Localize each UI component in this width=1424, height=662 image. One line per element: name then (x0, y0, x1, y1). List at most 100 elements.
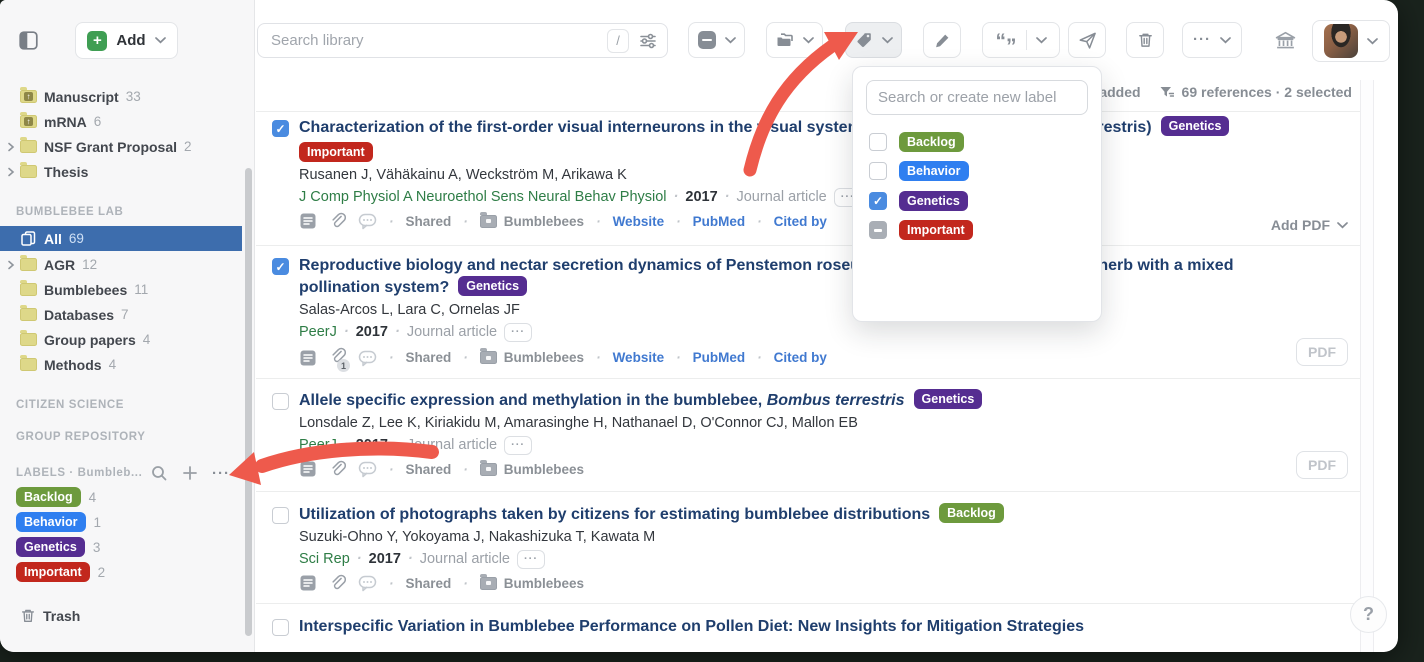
label-badge[interactable]: Important (16, 562, 90, 582)
attachment-icon[interactable] (329, 212, 346, 230)
reference-checkbox[interactable] (272, 258, 289, 275)
more-details-button[interactable] (504, 436, 532, 455)
reference-title[interactable]: Utilization of photographs taken by citi… (299, 506, 930, 523)
table-row[interactable]: Characterization of the first-order visu… (256, 112, 1360, 246)
attachment-icon[interactable] (329, 460, 346, 478)
more-actions-button[interactable] (1182, 22, 1242, 58)
label-badge-genetics[interactable]: Genetics (914, 389, 983, 409)
label-button[interactable] (845, 22, 902, 58)
pubmed-link[interactable]: PubMed (693, 214, 746, 229)
label-badge[interactable]: Behavior (16, 512, 86, 532)
dropdown-option-important[interactable]: Important (869, 216, 1088, 246)
sidebar-item-nsf-grant-proposal[interactable]: NSF Grant Proposal 2 (0, 134, 242, 159)
reference-title-species[interactable]: Bombus terrestris (767, 392, 905, 409)
label-badge-important[interactable]: Important (299, 142, 373, 162)
folder-chip[interactable]: Bumblebees (480, 350, 584, 365)
sidebar-toggle-icon[interactable] (19, 31, 38, 50)
table-row[interactable]: Allele specific expression and methylati… (256, 379, 1360, 492)
help-button[interactable]: ? (1350, 596, 1387, 633)
label-search-input[interactable] (866, 80, 1088, 115)
reference-checkbox[interactable] (272, 120, 289, 137)
cited-by-link[interactable]: Cited by (774, 350, 827, 365)
select-references-button[interactable] (688, 22, 745, 58)
sidebar-item-bumblebees[interactable]: Bumblebees 11 (0, 277, 242, 302)
pdf-button[interactable]: PDF (1296, 451, 1348, 479)
add-pdf-button[interactable]: Add PDF (1271, 217, 1348, 233)
label-backlog[interactable]: Backlog 4 (16, 487, 96, 507)
label-badge[interactable]: Genetics (16, 537, 85, 557)
chevron-right-icon[interactable] (6, 142, 16, 152)
sidebar-item-group-papers[interactable]: Group papers 4 (0, 327, 242, 352)
label-badge[interactable]: Backlog (16, 487, 81, 507)
checkbox-checked[interactable] (869, 192, 887, 210)
dropdown-option-backlog[interactable]: Backlog (869, 127, 1088, 157)
label-behavior[interactable]: Behavior 1 (16, 512, 101, 532)
institution-icon[interactable] (1274, 29, 1297, 51)
sidebar-item-manuscript[interactable]: Manuscript 33 (0, 84, 242, 109)
pdf-button[interactable]: PDF (1296, 338, 1348, 366)
trash-button[interactable] (1126, 22, 1164, 58)
add-button[interactable]: + Add (75, 22, 178, 59)
chevron-right-icon[interactable] (6, 167, 16, 177)
reference-title[interactable]: Interspecific Variation in Bumblebee Per… (299, 618, 1084, 635)
edit-button[interactable] (923, 22, 961, 58)
website-link[interactable]: Website (613, 350, 665, 365)
labels-more-icon[interactable] (212, 465, 230, 482)
comment-icon[interactable] (358, 460, 377, 478)
share-button[interactable] (1068, 22, 1106, 58)
checkbox-unchecked[interactable] (869, 162, 887, 180)
checkbox-unchecked[interactable] (869, 133, 887, 151)
reference-checkbox[interactable] (272, 393, 289, 410)
sidebar-item-mrna[interactable]: mRNA 6 (0, 109, 242, 134)
search-bar[interactable]: / (257, 23, 668, 58)
notes-icon[interactable] (299, 574, 317, 592)
label-important[interactable]: Important 2 (16, 562, 105, 582)
attachment-icon[interactable] (329, 574, 346, 592)
notes-icon[interactable] (299, 460, 317, 478)
sidebar-item-trash[interactable]: Trash (0, 603, 242, 628)
sidebar-item-thesis[interactable]: Thesis (0, 159, 242, 184)
label-badge-genetics[interactable]: Genetics (1161, 116, 1230, 136)
label-badge-genetics[interactable]: Genetics (458, 276, 527, 296)
cite-button[interactable]: “” (982, 22, 1060, 58)
chevron-right-icon[interactable] (6, 260, 16, 270)
folder-chip[interactable]: Bumblebees (480, 462, 584, 477)
notes-icon[interactable] (299, 349, 317, 367)
folder-chip[interactable]: Bumblebees (480, 576, 584, 591)
label-genetics[interactable]: Genetics 3 (16, 537, 100, 557)
reference-title[interactable]: Allele specific expression and methylati… (299, 392, 767, 409)
reference-checkbox[interactable] (272, 507, 289, 524)
cited-by-link[interactable]: Cited by (774, 214, 827, 229)
more-details-button[interactable] (517, 550, 545, 569)
more-details-button[interactable] (504, 323, 532, 342)
sidebar-item-methods[interactable]: Methods 4 (0, 352, 242, 377)
search-labels-icon[interactable] (150, 464, 168, 482)
account-menu-button[interactable] (1312, 20, 1390, 62)
sidebar-item-all[interactable]: All 69 (0, 226, 242, 251)
dropdown-option-genetics[interactable]: Genetics (869, 186, 1088, 216)
filter-sliders-icon[interactable] (639, 32, 657, 50)
filter-funnel-icon[interactable] (1159, 85, 1174, 99)
comment-icon[interactable] (358, 349, 377, 367)
label-badge-backlog[interactable]: Backlog (939, 503, 1004, 523)
table-row[interactable]: Utilization of photographs taken by citi… (256, 492, 1360, 604)
sidebar-item-databases[interactable]: Databases 7 (0, 302, 242, 327)
notes-icon[interactable] (299, 212, 317, 230)
search-input[interactable] (271, 32, 607, 49)
comment-icon[interactable] (358, 574, 377, 592)
checkbox-indeterminate[interactable] (869, 221, 887, 239)
folder-chip[interactable]: Bumblebees (480, 214, 584, 229)
main-scrollbar[interactable] (1360, 80, 1374, 652)
reference-checkbox[interactable] (272, 619, 289, 636)
sidebar-scrollbar-thumb[interactable] (245, 168, 252, 636)
comment-icon[interactable] (358, 212, 377, 230)
sidebar-item-agr[interactable]: AGR 12 (0, 252, 242, 277)
table-row[interactable]: Interspecific Variation in Bumblebee Per… (256, 604, 1360, 652)
add-label-icon[interactable] (181, 464, 199, 482)
chevron-down-icon[interactable] (1036, 37, 1047, 44)
dropdown-option-behavior[interactable]: Behavior (869, 157, 1088, 187)
website-link[interactable]: Website (613, 214, 665, 229)
table-row[interactable]: Reproductive biology and nectar secretio… (256, 246, 1360, 379)
attachment-with-count[interactable]: 1 (329, 347, 346, 368)
add-to-folder-button[interactable] (766, 22, 823, 58)
